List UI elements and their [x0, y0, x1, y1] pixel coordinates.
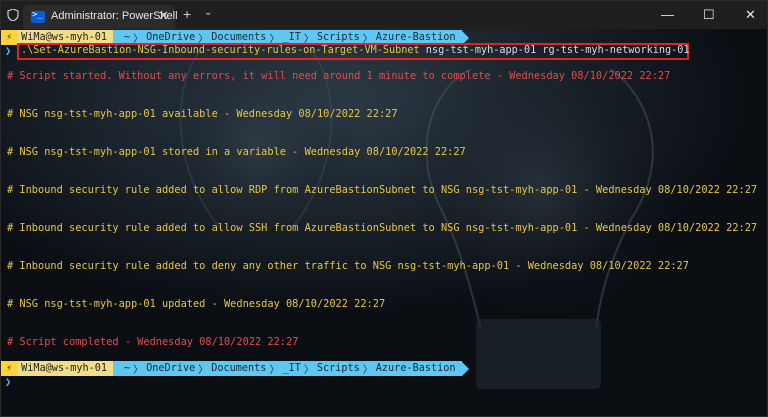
close-button[interactable]: ✕: [745, 7, 756, 23]
terminal-window: Administrator: PowerShell ✕ + ⌄ — ☐ ✕: [0, 0, 768, 417]
segment-arrow-icon: [461, 361, 469, 376]
terminal-pane[interactable]: ⚡ WiMa@ws-myh-01 ~ 〉 OneDrive 〉 Documents 〉 _I…: [1, 29, 767, 416]
output-line: # Inbound security rule added to allow R…: [7, 184, 758, 196]
prompt-user: WiMa@ws-myh-01: [18, 361, 114, 376]
path-segment: Azure-Bastion: [375, 32, 456, 43]
maximize-button[interactable]: ☐: [703, 7, 715, 23]
chevron-right-icon: 〉: [362, 365, 373, 376]
tab-dropdown-button[interactable]: ⌄: [204, 7, 212, 18]
chevron-right-icon: 〉: [269, 365, 280, 376]
bolt-icon: ⚡: [1, 30, 19, 45]
path-segment: _IT: [282, 32, 301, 43]
path-segment: OneDrive: [146, 363, 196, 374]
path-segment: _IT: [282, 363, 301, 374]
prompt-path: ~ 〉 OneDrive 〉 Documents 〉 _IT 〉 Scripts 〉 Azure-B…: [113, 361, 462, 376]
output-line: # Inbound security rule added to deny an…: [7, 260, 689, 272]
output-line: # Script started. Without any errors, it…: [7, 70, 671, 82]
output-line: # Script completed - Wednesday 08/10/202…: [7, 336, 299, 348]
shield-icon: [7, 9, 19, 21]
path-segment: Documents: [211, 363, 267, 374]
output-line: # NSG nsg-tst-myh-app-01 available - Wed…: [7, 108, 398, 120]
path-segment: Scripts: [316, 32, 360, 43]
path-segment: Scripts: [316, 363, 360, 374]
chevron-right-icon: 〉: [133, 365, 144, 376]
command-args: nsg-tst-myh-app-01 rg-tst-myh-networking…: [419, 45, 690, 56]
chevron-right-icon: 〉: [198, 365, 209, 376]
tab-powershell[interactable]: Administrator: PowerShell ✕: [23, 5, 178, 29]
powershell-icon: [31, 10, 45, 23]
chevron-right-icon: 〉: [303, 365, 314, 376]
path-segment: OneDrive: [146, 32, 196, 43]
command-line[interactable]: .\Set-AzureBastion-NSG-Inbound-security-…: [21, 44, 690, 58]
title-bar: Administrator: PowerShell ✕ + ⌄ — ☐ ✕: [1, 1, 767, 29]
command-script: .\Set-AzureBastion-NSG-Inbound-security-…: [21, 45, 420, 56]
prompt-line: ⚡ WiMa@ws-myh-01 ~ 〉 OneDrive 〉 Documents 〉 _I…: [1, 361, 469, 376]
new-tab-button[interactable]: +: [183, 6, 191, 22]
output-line: # NSG nsg-tst-myh-app-01 updated - Wedne…: [7, 298, 386, 310]
output-line: # Inbound security rule added to allow S…: [7, 222, 758, 234]
prompt-caret-icon[interactable]: ❯: [5, 375, 11, 389]
bolt-icon: ⚡: [1, 361, 19, 376]
minimize-button[interactable]: —: [661, 7, 674, 22]
prompt-caret-icon: ❯: [5, 45, 12, 57]
tab-close-button[interactable]: ✕: [158, 8, 169, 24]
path-segment: Documents: [211, 32, 267, 43]
path-segment: Azure-Bastion: [375, 363, 456, 374]
output-line: # NSG nsg-tst-myh-app-01 stored in a var…: [7, 146, 466, 158]
